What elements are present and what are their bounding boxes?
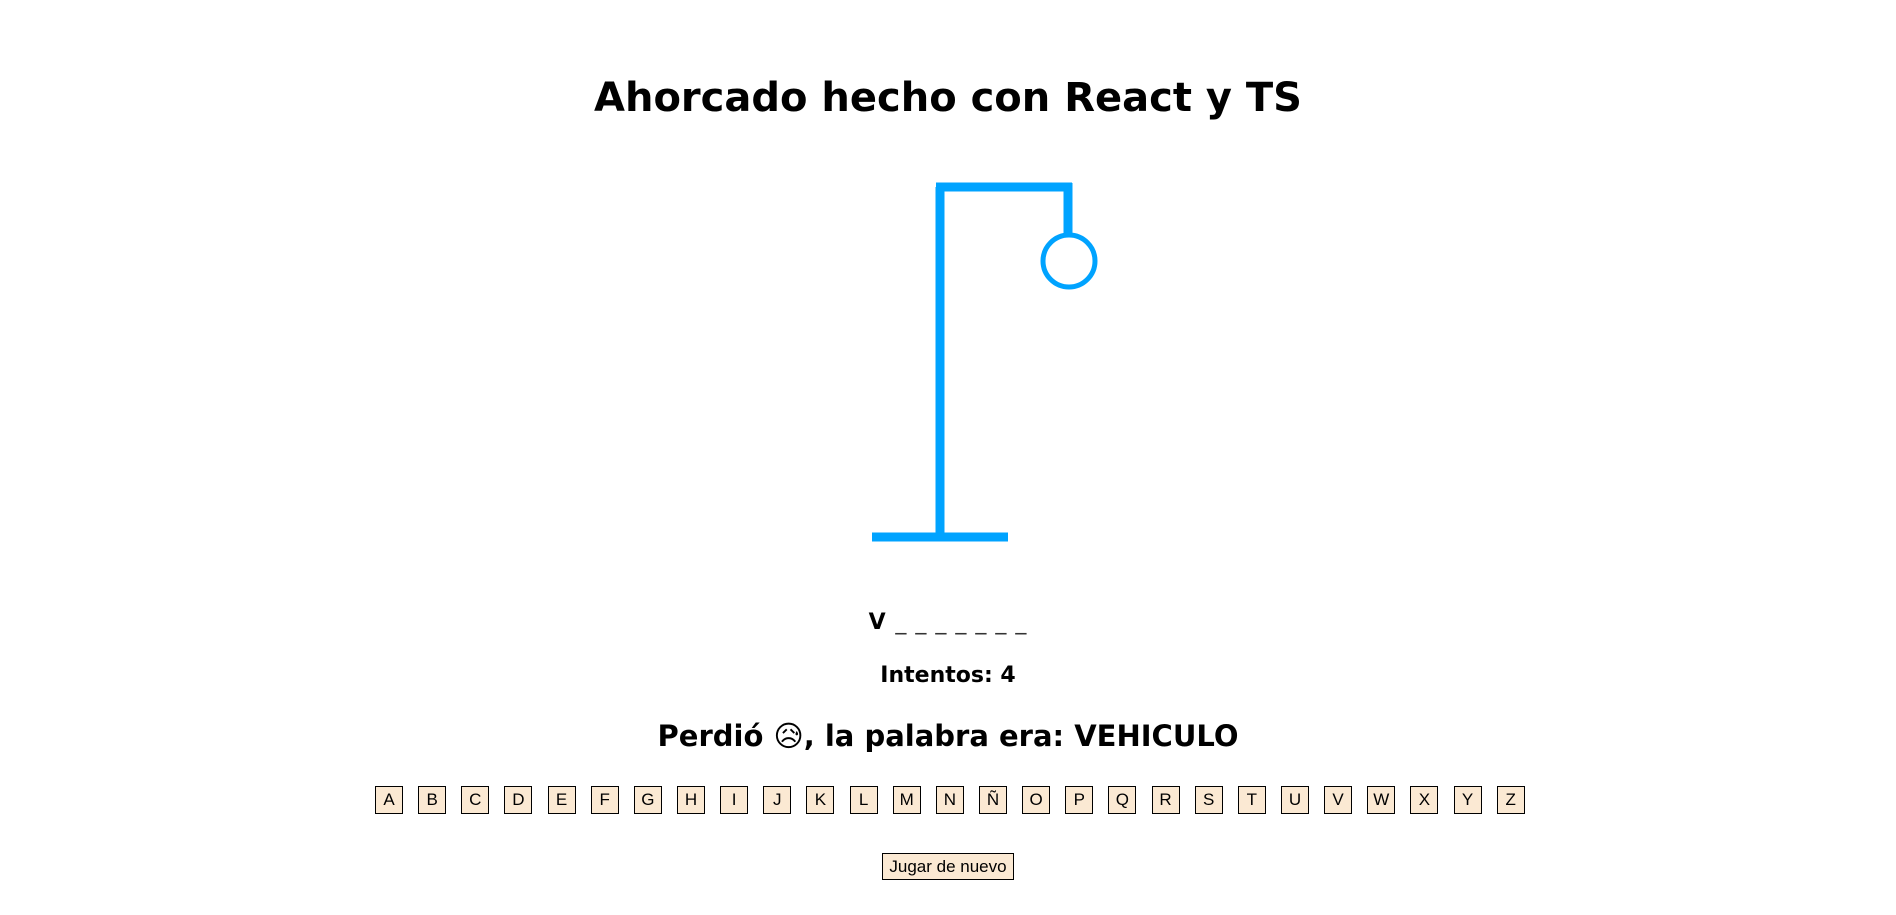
letter-key[interactable]: W	[1367, 786, 1396, 814]
letter-key[interactable]: N	[935, 786, 964, 814]
letter-key[interactable]: R	[1151, 786, 1180, 814]
letter-key[interactable]: O	[1022, 786, 1051, 814]
letter-key[interactable]: L	[849, 786, 878, 814]
letter-key[interactable]: H	[676, 786, 705, 814]
letter-key[interactable]: C	[461, 786, 490, 814]
letter-key[interactable]: P	[1065, 786, 1094, 814]
letter-key[interactable]: K	[806, 786, 835, 814]
game-result-message: Perdió 😥, la palabra era: VEHICULO	[0, 716, 1896, 756]
letter-key[interactable]: J	[763, 786, 792, 814]
letter-key[interactable]: V	[1324, 786, 1353, 814]
letter-key[interactable]: G	[633, 786, 662, 814]
result-answer: , la palabra era: VEHICULO	[803, 719, 1239, 753]
attempts-counter: Intentos: 4	[880, 663, 1016, 688]
letter-key[interactable]: Z	[1496, 786, 1525, 814]
word-display: V _ _ _ _ _ _ _	[0, 608, 1896, 638]
sad-face-icon: 😥	[773, 719, 804, 753]
letter-key[interactable]: T	[1237, 786, 1266, 814]
hangman-head	[1040, 232, 1098, 290]
letter-key[interactable]: Ñ	[978, 786, 1007, 814]
letter-key[interactable]: U	[1280, 786, 1309, 814]
letter-key[interactable]: M	[892, 786, 921, 814]
result-text: Perdió	[657, 719, 764, 753]
letter-key[interactable]: F	[590, 786, 619, 814]
hidden-letters: _ _ _ _ _ _ _	[895, 610, 1028, 635]
page-title: Ahorcado hecho con React y TS	[594, 75, 1302, 121]
letter-key[interactable]: D	[504, 786, 533, 814]
letter-key[interactable]: Y	[1453, 786, 1482, 814]
letter-key[interactable]: S	[1194, 786, 1223, 814]
letter-keyboard: ABCDEFGHIJKLMNÑOPQRSTUVWXYZ	[375, 786, 1525, 814]
letter-key[interactable]: A	[375, 786, 403, 814]
letter-key[interactable]: B	[418, 786, 447, 814]
letter-key[interactable]: Q	[1108, 786, 1137, 814]
revealed-letters: V	[868, 610, 887, 635]
hangman-drawing	[872, 182, 1098, 542]
play-again-button[interactable]: Jugar de nuevo	[882, 853, 1014, 880]
letter-key[interactable]: I	[720, 786, 749, 814]
letter-key[interactable]: E	[547, 786, 576, 814]
letter-key[interactable]: X	[1410, 786, 1439, 814]
